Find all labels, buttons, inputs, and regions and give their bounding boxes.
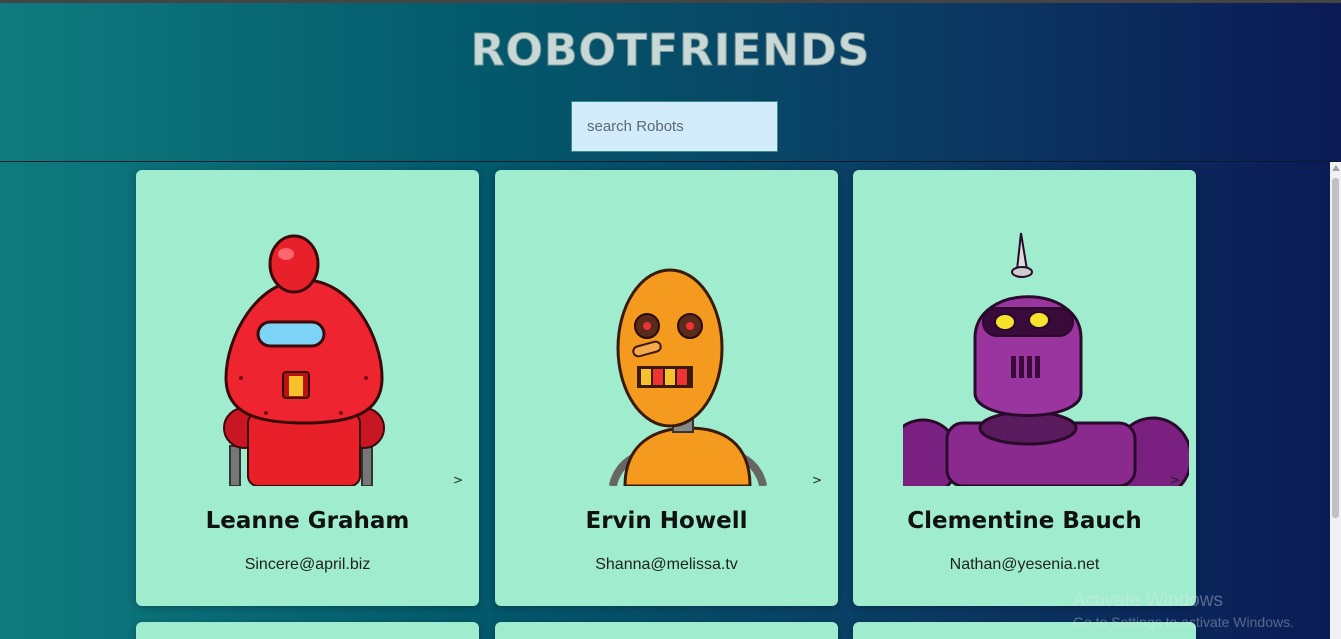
card-list[interactable]: > Leanne Graham Sincere@april.biz > Ervi… — [0, 161, 1341, 639]
search-input[interactable] — [571, 101, 778, 152]
card-next-arrow[interactable]: > — [1170, 473, 1180, 487]
scroll-up-arrow-icon[interactable] — [1332, 165, 1340, 171]
red-robot-image — [186, 228, 472, 486]
watermark-title: Activate Windows — [1073, 590, 1223, 611]
robot-name: Ervin Howell — [585, 508, 748, 534]
scrollbar-thumb[interactable] — [1332, 178, 1339, 518]
vertical-scrollbar[interactable] — [1330, 162, 1341, 639]
app-header: ROBOTFRIENDS — [0, 3, 1341, 161]
robot-email: Nathan@yesenia.net — [949, 556, 1100, 573]
robot-name: Clementine Bauch — [907, 508, 1142, 534]
robot-card[interactable]: > Leanne Graham Sincere@april.biz — [136, 170, 479, 606]
robot-card[interactable]: > Clementine Bauch Nathan@yesenia.net — [853, 170, 1196, 606]
robot-card[interactable] — [495, 622, 838, 639]
card-next-arrow[interactable]: > — [812, 473, 822, 487]
robot-email: Shanna@melissa.tv — [595, 556, 738, 573]
app-title: ROBOTFRIENDS — [470, 25, 871, 77]
robot-email: Sincere@april.biz — [244, 556, 371, 573]
robot-name: Leanne Graham — [205, 508, 410, 534]
robot-card[interactable]: > Ervin Howell Shanna@melissa.tv — [495, 170, 838, 606]
robot-card[interactable] — [136, 622, 479, 639]
watermark-subtitle: Go to Settings to activate Windows. — [1073, 614, 1294, 630]
windows-activation-watermark: Activate Windows Go to Settings to activ… — [1073, 590, 1294, 630]
purple-robot-image — [903, 228, 1189, 486]
orange-robot-image — [545, 228, 831, 486]
card-next-arrow[interactable]: > — [453, 473, 463, 487]
